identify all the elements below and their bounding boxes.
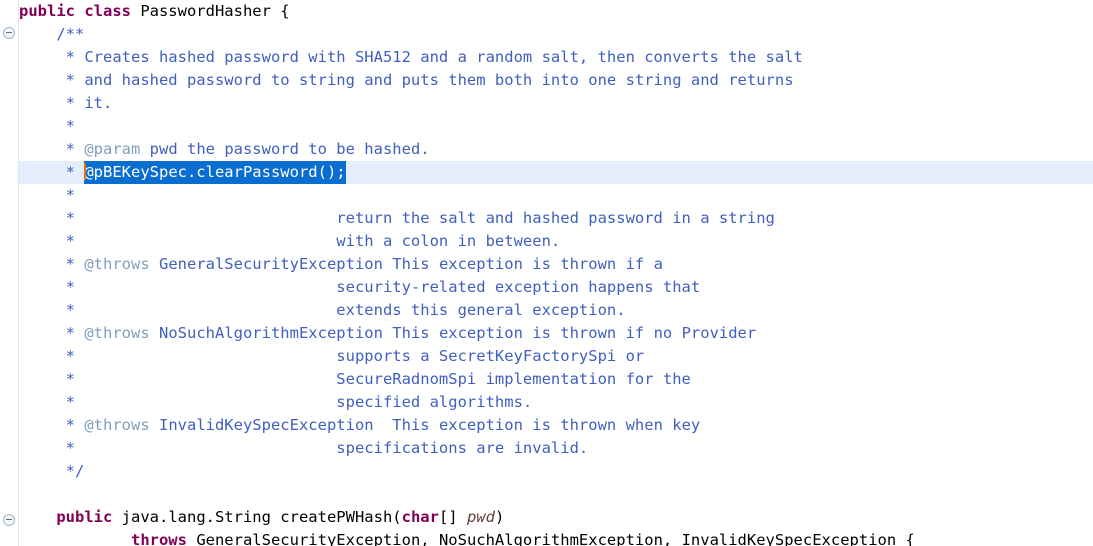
code-line[interactable]: * specified algorithms. — [19, 391, 1093, 414]
code-token: java.lang.String createPWHash( — [112, 508, 402, 526]
code-text-area[interactable]: public class PasswordHasher { /** * Crea… — [19, 0, 1093, 546]
code-line[interactable]: */ — [19, 460, 1093, 483]
code-token: * — [19, 140, 85, 158]
code-token: GeneralSecurityException This exception … — [149, 255, 663, 273]
code-line[interactable]: * extends this general exception. — [19, 299, 1093, 322]
code-line[interactable]: * return the salt and hashed password in… — [19, 207, 1093, 230]
code-token: * supports a SecretKeyFactorySpi or — [19, 347, 645, 365]
code-token: * it. — [19, 94, 113, 112]
fold-marker-javadoc[interactable] — [3, 27, 15, 39]
code-token: PasswordHasher { — [130, 2, 290, 20]
folding-gutter[interactable] — [0, 0, 19, 546]
code-token: @throws — [84, 416, 150, 434]
code-line[interactable]: * and hashed password to string and puts… — [19, 69, 1093, 92]
code-line[interactable]: throws GeneralSecurityException, NoSuchA… — [19, 529, 1093, 546]
code-token: * specified algorithms. — [19, 393, 533, 411]
code-token: public class — [19, 2, 131, 20]
code-line-selected[interactable]: * @pBEKeySpec.clearPassword(); — [19, 161, 1093, 184]
code-token: * and hashed password to string and puts… — [19, 71, 794, 89]
code-token: /** — [19, 25, 85, 43]
code-editor-pane[interactable]: public class PasswordHasher { /** * Crea… — [0, 0, 1093, 546]
code-token: NoSuchAlgorithmException This exception … — [149, 324, 757, 342]
code-line[interactable]: * — [19, 184, 1093, 207]
code-line[interactable]: * Creates hashed password with SHA512 an… — [19, 46, 1093, 69]
code-token: @throws — [84, 255, 150, 273]
code-token: ) — [494, 508, 505, 526]
code-token: * — [19, 117, 75, 135]
code-token: pwd the password to be hashed. — [140, 140, 430, 158]
code-token: pwd — [466, 508, 495, 526]
code-line[interactable]: * @throws GeneralSecurityException This … — [19, 253, 1093, 276]
code-token: * — [19, 416, 85, 434]
fold-marker-method[interactable] — [3, 514, 15, 526]
code-line[interactable]: * SecureRadnomSpi implementation for the — [19, 368, 1093, 391]
code-token: * — [19, 255, 85, 273]
code-line[interactable] — [19, 483, 1093, 506]
code-token: char — [401, 508, 439, 526]
code-line[interactable]: * it. — [19, 92, 1093, 115]
code-token: @throws — [84, 324, 150, 342]
code-line[interactable]: * @param pwd the password to be hashed. — [19, 138, 1093, 161]
code-token: GeneralSecurityException, NoSuchAlgorith… — [186, 531, 915, 546]
code-line[interactable]: * with a colon in between. — [19, 230, 1093, 253]
code-line[interactable]: * specifications are invalid. — [19, 437, 1093, 460]
code-line[interactable]: * — [19, 115, 1093, 138]
code-line[interactable]: public class PasswordHasher { — [19, 0, 1093, 23]
code-token: * — [19, 163, 85, 181]
text-caret — [84, 163, 87, 180]
code-line[interactable]: /** — [19, 23, 1093, 46]
code-token: * Creates hashed password with SHA512 an… — [19, 48, 803, 66]
code-token: * — [19, 324, 85, 342]
code-token: * security-related exception happens tha… — [19, 278, 701, 296]
code-token: @param — [84, 140, 141, 158]
code-line[interactable]: public java.lang.String createPWHash(cha… — [19, 506, 1093, 529]
code-line[interactable]: * security-related exception happens tha… — [19, 276, 1093, 299]
selected-text[interactable]: @pBEKeySpec.clearPassword(); — [84, 161, 346, 184]
code-token: * extends this general exception. — [19, 301, 626, 319]
code-token: throws — [130, 531, 187, 546]
code-token: * SecureRadnomSpi implementation for the — [19, 370, 691, 388]
code-token: InvalidKeySpecException This exception i… — [149, 416, 701, 434]
code-token: * specifications are invalid. — [19, 439, 589, 457]
code-token: * with a colon in between. — [19, 232, 561, 250]
code-line[interactable]: * @throws InvalidKeySpecException This e… — [19, 414, 1093, 437]
code-line[interactable]: * @throws NoSuchAlgorithmException This … — [19, 322, 1093, 345]
code-token: [] — [438, 508, 467, 526]
code-token: public — [56, 508, 113, 526]
code-token: * return the salt and hashed password in… — [19, 209, 775, 227]
code-line[interactable]: * supports a SecretKeyFactorySpi or — [19, 345, 1093, 368]
code-token: */ — [19, 462, 85, 480]
code-token: * — [19, 186, 75, 204]
